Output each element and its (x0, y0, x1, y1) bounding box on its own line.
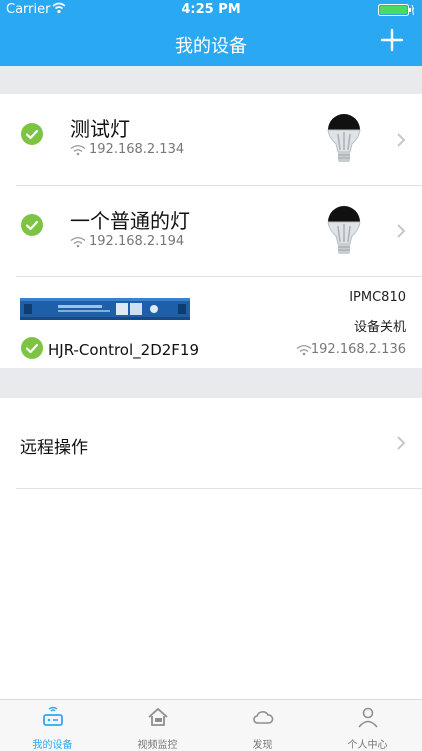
chevron-right-icon (397, 133, 406, 147)
battery-icon (378, 4, 414, 16)
tab-label: 个人中心 (347, 740, 388, 751)
rack-controller-image (20, 298, 190, 320)
online-check-icon (21, 337, 43, 359)
device-row[interactable]: 一个普通的灯 192.168.2.194 (0, 186, 422, 276)
remote-operation-label: 远程操作 (20, 438, 88, 458)
status-bar: Carrier 4:25 PM (0, 0, 422, 20)
section-spacer (0, 66, 422, 94)
tab-my-devices[interactable]: 我的设备 (0, 700, 105, 751)
controller-ip: 192.168.2.136 (310, 342, 406, 357)
section-spacer (0, 368, 422, 398)
navigation-bar: 我的设备 (0, 20, 422, 66)
tab-label: 视频监控 (137, 740, 178, 751)
device-name: 一个普通的灯 (70, 209, 190, 233)
wifi-icon (296, 345, 312, 356)
online-check-icon (21, 123, 43, 145)
controller-name: HJR-Control_2D2F19 (48, 341, 200, 359)
router-icon (43, 706, 63, 726)
tab-bar: 我的设备 视频监控 发现 个人中心 (0, 699, 422, 751)
camera-house-icon (148, 707, 168, 726)
light-bulb-icon (327, 206, 361, 254)
chevron-right-icon (397, 436, 406, 450)
tab-label: 发现 (252, 740, 273, 751)
controller-row[interactable]: IPMC810 设备关机 HJR-Control_2D2F19 192.168.… (0, 277, 422, 368)
row-divider (16, 488, 422, 489)
device-name: 测试灯 (70, 117, 130, 141)
online-check-icon (21, 214, 43, 236)
tab-video-monitoring[interactable]: 视频监控 (105, 700, 210, 751)
tab-label: 我的设备 (32, 740, 73, 751)
controller-model: IPMC810 (349, 290, 406, 305)
device-ip: 192.168.2.134 (89, 142, 185, 157)
add-device-button[interactable] (380, 28, 404, 52)
remote-operation-row[interactable]: 远程操作 (0, 398, 422, 488)
light-bulb-icon (327, 114, 361, 162)
cloud-icon (253, 711, 274, 724)
device-row[interactable]: 测试灯 192.168.2.134 (0, 94, 422, 186)
tab-profile[interactable]: 个人中心 (315, 700, 420, 751)
device-ip: 192.168.2.194 (89, 234, 185, 249)
chevron-right-icon (397, 224, 406, 238)
shutdown-button[interactable]: 设备关机 (354, 316, 406, 335)
clock: 4:25 PM (181, 2, 241, 17)
page-title: 我的设备 (175, 36, 247, 57)
wifi-icon (70, 237, 86, 248)
wifi-icon (70, 145, 86, 156)
tab-discover[interactable]: 发现 (210, 700, 315, 751)
person-icon (358, 707, 378, 728)
